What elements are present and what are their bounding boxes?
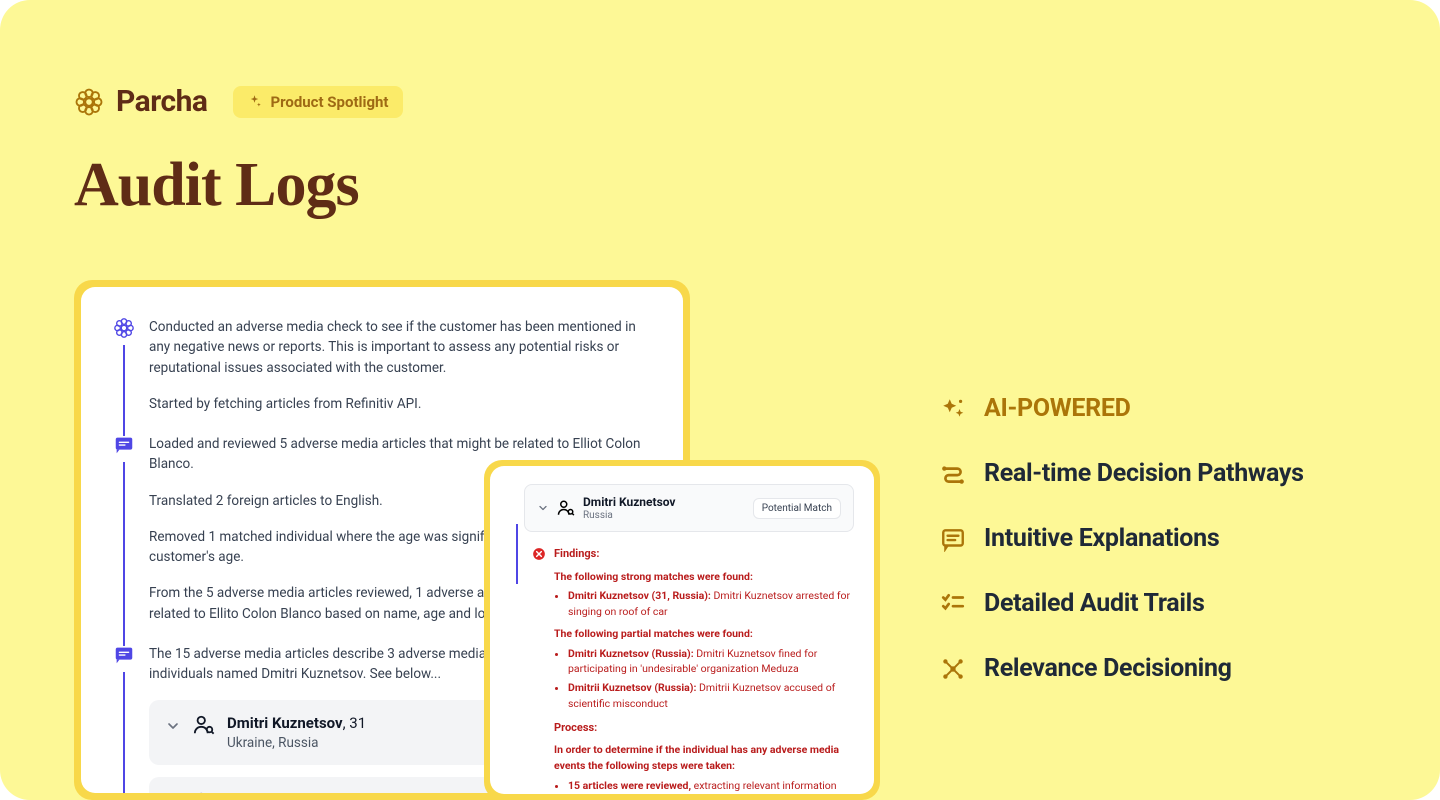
finding-item: Dmitri Kuznetsov (31, Russia): Dmitri Ku… (568, 588, 854, 620)
findings-panel: Dmitri Kuznetsov Russia Potential Match … (484, 460, 880, 800)
finding-item: Dmitri Kuznetsov (Russia): Dmitri Kuznet… (568, 646, 854, 678)
timeline-line (123, 672, 125, 793)
feature-ai-powered: AI-POWERED (940, 394, 1380, 423)
timeline-line (123, 345, 125, 436)
chat-icon (113, 644, 135, 666)
person-search-icon (557, 499, 575, 517)
page-title: Audit Logs (74, 150, 359, 221)
timeline-line (516, 524, 518, 584)
process-intro: In order to determine if the individual … (554, 742, 854, 774)
strong-matches-title: The following strong matches were found: (554, 569, 854, 585)
badge-label: Product Spotlight (270, 93, 388, 111)
log-entry: Started by fetching articles from Refini… (149, 394, 651, 414)
detail-location: Russia (583, 510, 676, 521)
feature-pathways: Real-time Decision Pathways (940, 459, 1380, 488)
feature-audit-trails: Detailed Audit Trails (940, 589, 1380, 618)
match-detail-card[interactable]: Dmitri Kuznetsov Russia Potential Match (524, 484, 854, 532)
chevron-down-icon (537, 502, 549, 514)
checklist-icon (940, 591, 966, 617)
network-icon (940, 656, 966, 682)
message-icon (940, 526, 966, 552)
sparkles-icon (940, 396, 966, 422)
sparkle-icon (247, 94, 262, 109)
finding-item: Dmitrii Kuznetsov (Russia): Dmitrii Kuzn… (568, 680, 854, 712)
route-icon (940, 461, 966, 487)
match-name: Dmitri Kuznetsov, 31 (227, 714, 366, 732)
flower-icon (113, 317, 135, 339)
process-item: 15 articles were reviewed, extracting re… (568, 778, 854, 795)
error-icon (532, 547, 546, 561)
findings-body: Findings: The following strong matches w… (554, 546, 854, 794)
process-title: Process: (554, 720, 854, 737)
person-search-icon (193, 791, 215, 793)
feature-explanations: Intuitive Explanations (940, 524, 1380, 553)
feature-relevance: Relevance Decisioning (940, 654, 1380, 683)
findings-title: Findings: (554, 546, 854, 563)
product-spotlight-badge: Product Spotlight (233, 86, 402, 118)
person-search-icon (193, 714, 215, 736)
match-name: Dmitri Kuznetsov (227, 791, 343, 793)
status-badge: Potential Match (753, 498, 841, 519)
feature-list: AI-POWERED Real-time Decision Pathways I… (940, 394, 1380, 719)
log-entry: Conducted an adverse media check to see … (149, 317, 651, 378)
brand-logo-icon (74, 87, 104, 117)
partial-matches-title: The following partial matches were found… (554, 626, 854, 642)
chat-icon (113, 434, 135, 456)
chevron-down-icon (165, 718, 181, 734)
detail-name: Dmitri Kuznetsov (583, 495, 676, 509)
brand-name: Parcha (116, 84, 207, 119)
header: Parcha Product Spotlight (74, 84, 403, 119)
match-location: Ukraine, Russia (227, 735, 366, 751)
brand-logo-group: Parcha (74, 84, 207, 119)
timeline-line (123, 462, 125, 646)
